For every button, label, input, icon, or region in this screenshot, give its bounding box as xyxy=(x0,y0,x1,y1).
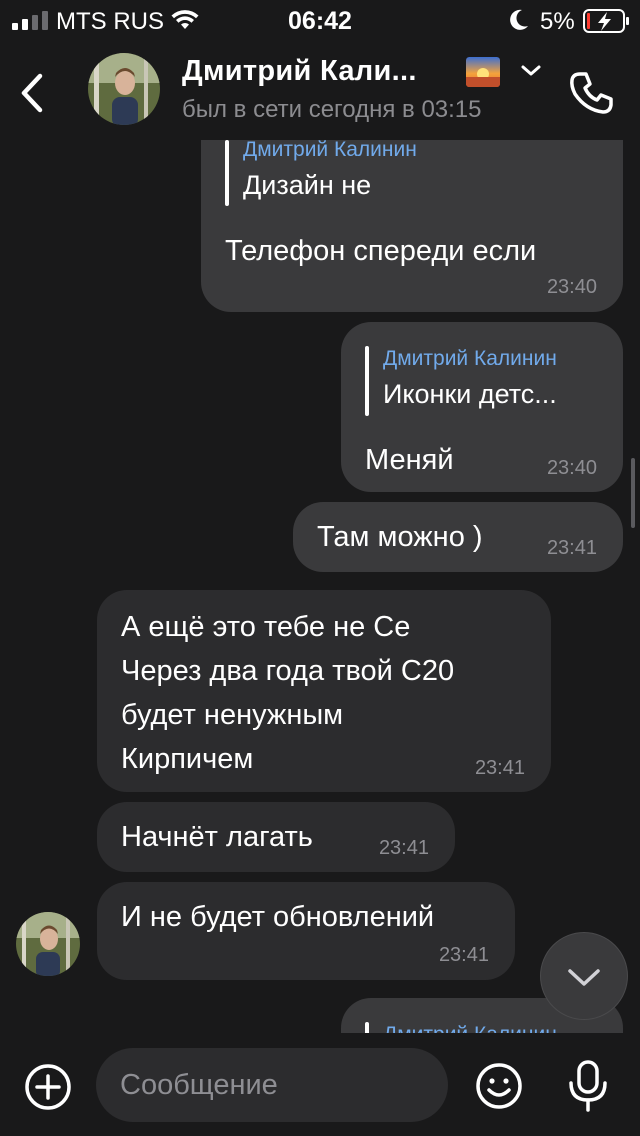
message-time: 23:41 xyxy=(438,944,489,966)
chevron-down-icon[interactable] xyxy=(520,64,542,78)
battery-percent: 5% xyxy=(540,8,575,35)
message-text: Начнёт лагать xyxy=(121,821,313,853)
reply-author: Дмитрий Калинин xyxy=(383,1023,557,1033)
add-icon[interactable] xyxy=(24,1063,72,1111)
reply-quote-bar xyxy=(225,140,229,206)
sender-avatar[interactable] xyxy=(16,912,80,976)
status-bar: MTS RUS 06:42 5% xyxy=(0,0,640,40)
avatar[interactable] xyxy=(88,53,160,125)
message-text: Меняй xyxy=(365,444,454,476)
message-text: Телефон спереди если xyxy=(225,235,537,267)
message-text: И не будет обновлений xyxy=(121,901,435,933)
chevron-down-icon xyxy=(568,969,600,986)
message-text: Там можно ) xyxy=(317,521,483,553)
battery-charging-icon xyxy=(583,9,629,33)
moon-icon xyxy=(510,9,528,30)
message-time: 23:40 xyxy=(546,457,597,479)
message-bubble[interactable]: Начнёт лагать 23:41 xyxy=(97,802,455,872)
message-time: 23:41 xyxy=(546,537,597,559)
reply-text: Дизайн не xyxy=(243,170,372,200)
message-bubble[interactable]: Дмитрий Калинин Дизайн не Телефон сперед… xyxy=(201,140,623,312)
reply-author: Дмитрий Калинин xyxy=(383,347,557,370)
status-emoji-icon xyxy=(466,57,500,87)
message-bubble[interactable]: И не будет обновлений 23:41 xyxy=(97,882,515,980)
chat-header: Дмитрий Кали... был в сети сегодня в 03:… xyxy=(0,40,640,140)
message-input[interactable] xyxy=(96,1048,448,1122)
message-time: 23:41 xyxy=(474,757,525,779)
reply-text: Иконки детс... xyxy=(383,379,557,409)
message-time: 23:41 xyxy=(378,837,429,859)
message-text-line: Через два года твой С20 xyxy=(121,655,455,687)
scroll-to-bottom-button[interactable] xyxy=(540,932,628,1020)
scrollbar[interactable] xyxy=(631,458,635,528)
phone-icon[interactable] xyxy=(566,68,616,118)
emoji-icon[interactable] xyxy=(474,1061,524,1111)
reply-quote-bar xyxy=(365,346,369,416)
reply-quote-bar xyxy=(365,1022,369,1033)
message-list[interactable]: Дмитрий Калинин Дизайн не Телефон сперед… xyxy=(0,140,640,1033)
message-bubble[interactable]: Там можно ) 23:41 xyxy=(293,502,623,572)
back-chevron-icon[interactable] xyxy=(12,68,52,118)
message-bubble[interactable]: А ещё это тебе не Се Через два года твой… xyxy=(97,590,551,792)
message-bubble[interactable]: Дмитрий Калинин Иконки детс... Меняй 23:… xyxy=(341,322,623,492)
message-text-line: А ещё это тебе не Се xyxy=(121,611,411,643)
contact-name[interactable]: Дмитрий Кали... xyxy=(182,55,417,88)
message-text-line: Кирпичем xyxy=(121,743,254,775)
reply-author: Дмитрий Калинин xyxy=(243,140,417,161)
message-time: 23:40 xyxy=(546,276,597,298)
last-seen-status: был в сети сегодня в 03:15 xyxy=(182,96,482,123)
microphone-icon[interactable] xyxy=(566,1059,610,1113)
message-text-line: будет ненужным xyxy=(121,699,344,731)
message-composer xyxy=(0,1033,640,1136)
